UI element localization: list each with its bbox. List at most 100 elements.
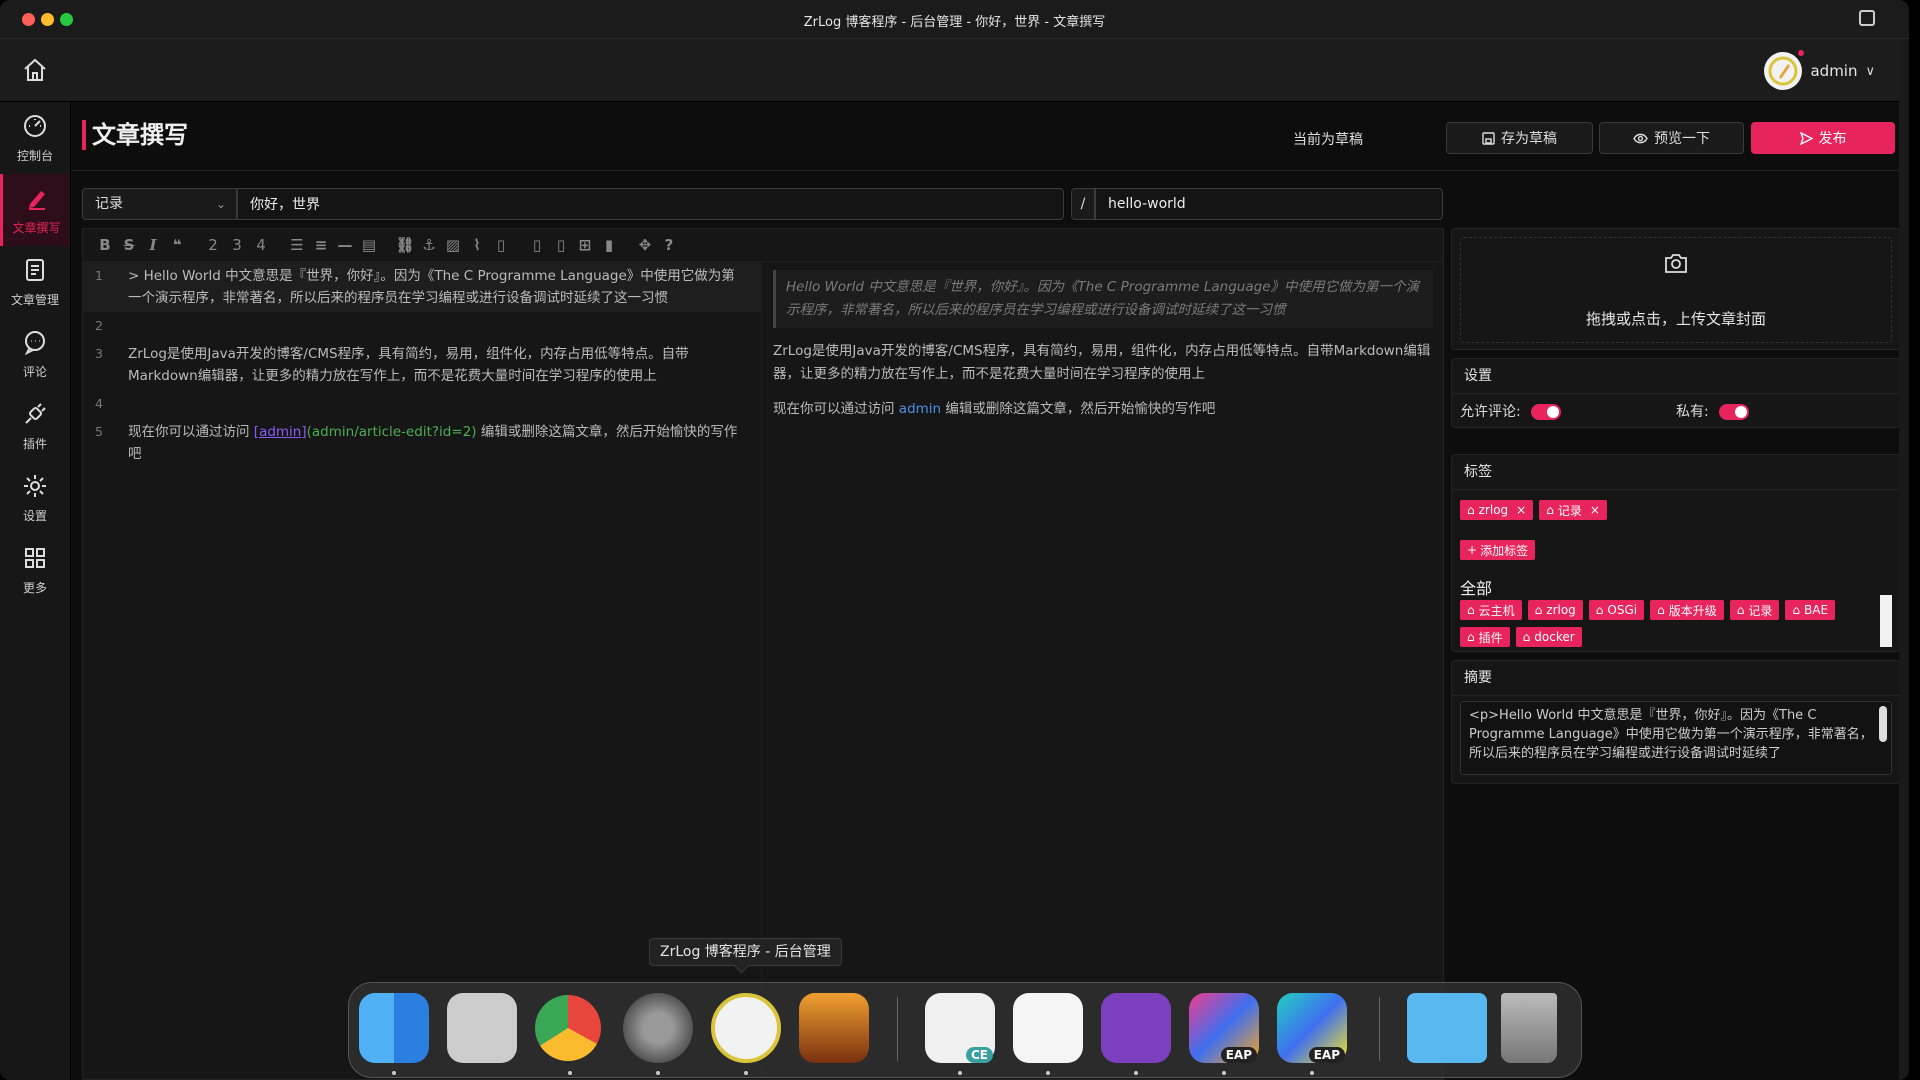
sidebar-item-label: 文章管理 <box>10 292 59 307</box>
tag-option[interactable]: ⌂ OSGi <box>1588 600 1645 620</box>
strikethrough-icon[interactable]: S <box>117 233 141 257</box>
window-scrollbar[interactable] <box>1899 40 1909 1080</box>
send-icon <box>1799 131 1813 145</box>
tag-option[interactable]: ⌂ zrlog <box>1527 600 1583 620</box>
chrome-icon[interactable] <box>535 995 601 1061</box>
sidebar-item-plugins[interactable]: 插件 <box>0 390 70 462</box>
summary-textarea[interactable]: <p>Hello World 中文意思是『世界，你好』。因为《The C Pro… <box>1460 701 1892 775</box>
tag-label: 版本升级 <box>1668 603 1717 618</box>
file-icon-2[interactable]: ▯ <box>525 233 549 257</box>
tag-option[interactable]: ⌂ 版本升级 <box>1650 600 1724 620</box>
cover-upload-label: 拖拽或点击，上传文章封面 <box>1585 310 1766 328</box>
fullscreen-icon[interactable]: ✥ <box>633 233 657 257</box>
clipboard-icon[interactable]: ▮ <box>597 233 621 257</box>
code-line: 5 现在你可以通过访问 [admin](admin/article-edit?i… <box>83 418 761 468</box>
chevron-down-icon[interactable]: ∨ <box>1865 64 1875 79</box>
title-input[interactable] <box>237 188 1064 220</box>
alias-input[interactable] <box>1095 188 1443 220</box>
intellij-icon[interactable]: EAP <box>1189 993 1259 1063</box>
sidebar-item-label: 文章撰写 <box>12 220 61 235</box>
heading2-icon[interactable]: 2 <box>201 233 225 257</box>
save-draft-button[interactable]: 存为草稿 <box>1446 122 1593 154</box>
tag-option[interactable]: ⌂ docker <box>1515 627 1582 647</box>
allow-comment-toggle[interactable] <box>1531 404 1562 420</box>
code-line: 2 <box>83 312 761 340</box>
hr-icon[interactable]: — <box>333 233 357 257</box>
heading4-icon[interactable]: 4 <box>249 233 273 257</box>
tag-option[interactable]: ⌂ BAE <box>1785 600 1836 620</box>
settings-title: 设置 <box>1452 359 1900 394</box>
publish-label: 发布 <box>1818 131 1847 147</box>
tag-option[interactable]: ⌂ 插件 <box>1460 627 1510 647</box>
extension-icon[interactable] <box>1859 10 1875 26</box>
table-icon[interactable]: ⊞ <box>573 233 597 257</box>
avatar[interactable] <box>1764 50 1805 90</box>
add-tag-button[interactable]: + 添加标签 <box>1460 540 1536 560</box>
summary-title: 摘要 <box>1452 661 1900 696</box>
dock-tooltip: ZrLog 博客程序 - 后台管理 <box>649 938 842 966</box>
private-label: 私有: <box>1676 404 1709 420</box>
dbeaver-icon[interactable]: CE <box>925 993 995 1063</box>
launchpad-icon[interactable] <box>447 993 517 1063</box>
tag-label: 记录 <box>1557 503 1582 518</box>
private-row: 私有: <box>1676 401 1750 421</box>
webstorm-icon[interactable]: EAP <box>1277 993 1347 1063</box>
pen-icon <box>28 190 45 210</box>
camera-icon <box>1665 254 1687 273</box>
help-icon[interactable]: ? <box>657 233 681 257</box>
publish-button[interactable]: 发布 <box>1751 122 1895 154</box>
file-icon[interactable]: ▯ <box>489 233 513 257</box>
attachment-icon[interactable]: ⌇ <box>465 233 489 257</box>
code-block-icon[interactable]: ▤ <box>357 233 381 257</box>
italic-icon[interactable]: I <box>141 233 165 257</box>
cover-upload-area[interactable]: 拖拽或点击，上传文章封面 <box>1460 237 1892 343</box>
tag-option[interactable]: ⌂ 云主机 <box>1460 600 1522 620</box>
heading3-icon[interactable]: 3 <box>225 233 249 257</box>
sidebar-item-settings[interactable]: 设置 <box>0 462 70 534</box>
sidebar-item-articles[interactable]: 文章管理 <box>0 246 70 318</box>
save-icon <box>1482 131 1495 145</box>
remove-tag-icon[interactable]: × <box>1516 503 1526 517</box>
notification-dot <box>1798 50 1805 56</box>
selected-tag: ⌂ 记录 × <box>1539 500 1607 520</box>
user-menu[interactable]: admin ∨ <box>1764 50 1875 91</box>
code-text: ZrLog是使用Java开发的博客/CMS程序，具有简约，易用，组件化，内存占用… <box>128 346 689 384</box>
tag-icon: ⌂ <box>1522 630 1531 644</box>
anchor-icon[interactable]: ⚓ <box>417 233 441 257</box>
category-select[interactable]: 记录 ⌄ <box>82 188 237 220</box>
preview-label: 预览一下 <box>1654 131 1710 147</box>
finder-icon[interactable] <box>359 993 429 1063</box>
tags-scrollbar[interactable] <box>1880 595 1892 647</box>
downloads-folder-icon[interactable] <box>1407 993 1487 1063</box>
zrlog-icon[interactable] <box>711 993 781 1063</box>
system-settings-icon[interactable] <box>623 993 693 1063</box>
tags-card: 标签 ⌂ zrlog × ⌂ 记录 × + 添加标签 全部 ⌂ 云主机 ⌂ zrlog ⌂ OSGi ⌂… <box>1451 454 1901 652</box>
file-icon-3[interactable]: ▯ <box>549 233 573 257</box>
home-icon[interactable] <box>22 57 48 87</box>
photo-app-icon[interactable] <box>799 993 869 1063</box>
image-icon[interactable]: ▨ <box>441 233 465 257</box>
preview-button[interactable]: 预览一下 <box>1599 122 1744 154</box>
remove-tag-icon[interactable]: × <box>1590 503 1600 517</box>
sidebar-item-dashboard[interactable]: 控制台 <box>0 102 70 174</box>
chatgpt-icon[interactable] <box>1013 993 1083 1063</box>
quote-icon[interactable]: ❝ <box>165 233 189 257</box>
private-toggle[interactable] <box>1719 404 1750 420</box>
ordered-list-icon[interactable]: ≡ <box>309 233 333 257</box>
preview-text: 现在你可以通过访问 <box>773 401 899 417</box>
tag-icon: ⌂ <box>1657 603 1665 617</box>
link-icon[interactable]: ⛓ <box>393 233 417 257</box>
save-draft-label: 存为草稿 <box>1501 131 1557 147</box>
github-desktop-icon[interactable] <box>1101 993 1171 1063</box>
sidebar-item-write[interactable]: 文章撰写 <box>0 174 70 246</box>
summary-scrollbar[interactable] <box>1879 706 1887 742</box>
trash-icon[interactable] <box>1501 993 1557 1063</box>
sidebar-item-label: 设置 <box>22 508 47 523</box>
sidebar-item-comments[interactable]: 评论 <box>0 318 70 390</box>
bold-icon[interactable]: B <box>93 233 117 257</box>
tag-label: 插件 <box>1478 630 1503 645</box>
bullet-list-icon[interactable]: ☰ <box>285 233 309 257</box>
tag-option[interactable]: ⌂ 记录 <box>1729 600 1780 620</box>
preview-admin-link[interactable]: admin <box>899 401 941 417</box>
sidebar-item-more[interactable]: 更多 <box>0 534 70 606</box>
